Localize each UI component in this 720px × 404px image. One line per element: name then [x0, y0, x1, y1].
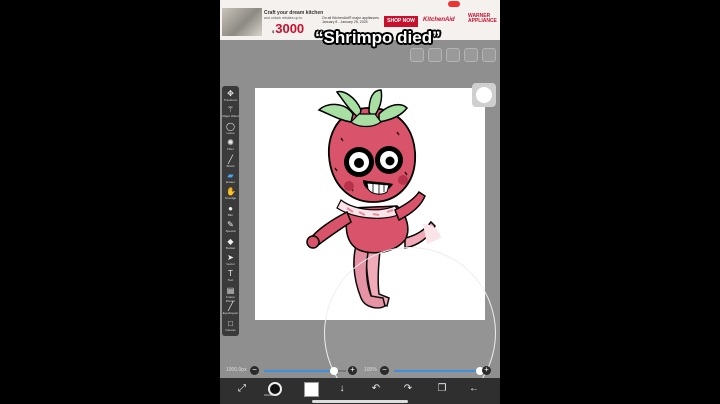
tool-vector[interactable]: ➤ Vector: [222, 254, 239, 268]
transform-arrows-icon[interactable]: ⤢: [234, 382, 250, 396]
tool-label: Special: [225, 229, 236, 234]
tool-brush[interactable]: ╱ Brush: [222, 154, 239, 170]
tool-eyedropper[interactable]: ╱ Eyedropper: [222, 303, 239, 317]
video-caption: “Shrimpo died”: [315, 28, 441, 47]
tool-label: Eyedropper: [222, 311, 239, 316]
tool-bar: ✥ Transform ⚚ Magic Wand ◯ Lasso ✺ Filter ╱ Brush…: [222, 86, 239, 336]
text-icon: T: [228, 269, 233, 279]
gallery-icon[interactable]: [410, 48, 424, 62]
ad-brand-logo: KitchenAid: [423, 17, 455, 23]
tool-blur[interactable]: ● Blur: [222, 203, 239, 219]
tool-label: Vector: [226, 262, 235, 266]
save-icon[interactable]: [482, 48, 496, 62]
special-brush-icon: ✎: [227, 220, 234, 230]
smudge-icon: ✋: [226, 187, 236, 197]
layers-icon[interactable]: ❐: [434, 382, 450, 396]
tool-label: Smudge: [224, 196, 237, 201]
brush-size-fill: [264, 370, 334, 372]
tool-canvas[interactable]: □ Canvas: [222, 318, 239, 334]
lasso-icon: ◯: [226, 121, 235, 131]
opacity-increase-button[interactable]: +: [482, 366, 491, 375]
opacity-value: 100%: [364, 367, 377, 373]
tool-text[interactable]: T Text: [222, 270, 239, 284]
brush-size-value: 1000.0px: [226, 367, 247, 373]
filter-icon: ✺: [227, 138, 234, 148]
eyedropper-icon: ╱: [228, 302, 233, 312]
tool-bucket[interactable]: ◆ Bucket: [222, 236, 239, 252]
size-increase-button[interactable]: +: [348, 366, 357, 375]
brush-sliders: 1000.0px − + 100% − +: [220, 364, 500, 378]
tool-label: Eraser: [226, 180, 235, 184]
brush-size-slider[interactable]: [264, 367, 346, 375]
redo-icon[interactable]: ↷: [400, 382, 416, 396]
color-code: 0000000: [264, 393, 276, 397]
magic-wand-icon: ⚚: [226, 105, 235, 115]
home-indicator[interactable]: [312, 400, 408, 403]
ad-kitchen-image: [222, 8, 262, 36]
tool-lasso[interactable]: ◯ Lasso: [222, 121, 239, 137]
canvas-icon: □: [228, 318, 233, 328]
ad-subline: and unlock rebates up to: [264, 16, 303, 20]
tool-special[interactable]: ✎ Special: [222, 221, 239, 235]
material-icon[interactable]: [428, 48, 442, 62]
navigator-button[interactable]: [472, 83, 496, 107]
ruler-icon[interactable]: [464, 48, 478, 62]
ad-close-icon[interactable]: [448, 1, 460, 7]
brush-size-knob[interactable]: [329, 367, 338, 375]
tool-label: Canvas: [225, 327, 236, 332]
ad-amount: $3000: [272, 21, 305, 36]
tool-filter[interactable]: ✺ Filter: [222, 139, 239, 153]
brush-icon: ╱: [228, 154, 233, 164]
size-decrease-button[interactable]: −: [250, 366, 259, 375]
tool-magic-wand[interactable]: ⚚ Magic Wand: [222, 106, 239, 120]
tool-label: Brush: [226, 163, 235, 168]
vector-icon: ➤: [227, 253, 234, 262]
tool-label: Blur: [227, 212, 234, 217]
bucket-icon: ◆: [227, 236, 234, 246]
opacity-decrease-button[interactable]: −: [380, 366, 389, 375]
frame-divider-icon: ▤: [226, 285, 235, 295]
tool-label: Transform: [223, 98, 238, 102]
tool-label: Bucket: [225, 245, 236, 250]
tool-eraser[interactable]: ▰ Eraser: [222, 172, 239, 186]
back-arrow-icon[interactable]: ←: [466, 382, 482, 396]
undo-icon[interactable]: ↶: [368, 382, 384, 396]
tool-transform[interactable]: ✥ Transform: [222, 90, 239, 104]
tool-label: Magic Wand: [222, 114, 239, 119]
tool-label: Lasso: [226, 130, 235, 135]
tool-label: Text: [227, 278, 234, 283]
eraser-icon: ▰: [227, 171, 234, 180]
opacity-fill: [394, 370, 480, 372]
tool-frame-divider[interactable]: ▤ Frame Divider: [222, 285, 239, 303]
ad-offer: On all KitchenAid® major appliances Janua…: [322, 16, 379, 24]
move-icon: ✥: [227, 89, 234, 98]
blur-icon: ●: [228, 203, 233, 213]
layer-thumbnail[interactable]: [304, 382, 319, 397]
share-icon[interactable]: [446, 48, 460, 62]
tool-label: Filter: [227, 147, 234, 152]
tool-smudge[interactable]: ✋ Smudge: [222, 188, 239, 202]
download-arrow-icon[interactable]: ↓: [334, 382, 350, 396]
ad-shop-now-button[interactable]: SHOP NOW: [384, 16, 418, 27]
opacity-slider[interactable]: [394, 367, 484, 375]
ad-retailer-logo: WARNER APPLIANCE: [468, 13, 497, 24]
phone-screen: Craft your dream kitchen and unlock reba…: [220, 0, 500, 404]
